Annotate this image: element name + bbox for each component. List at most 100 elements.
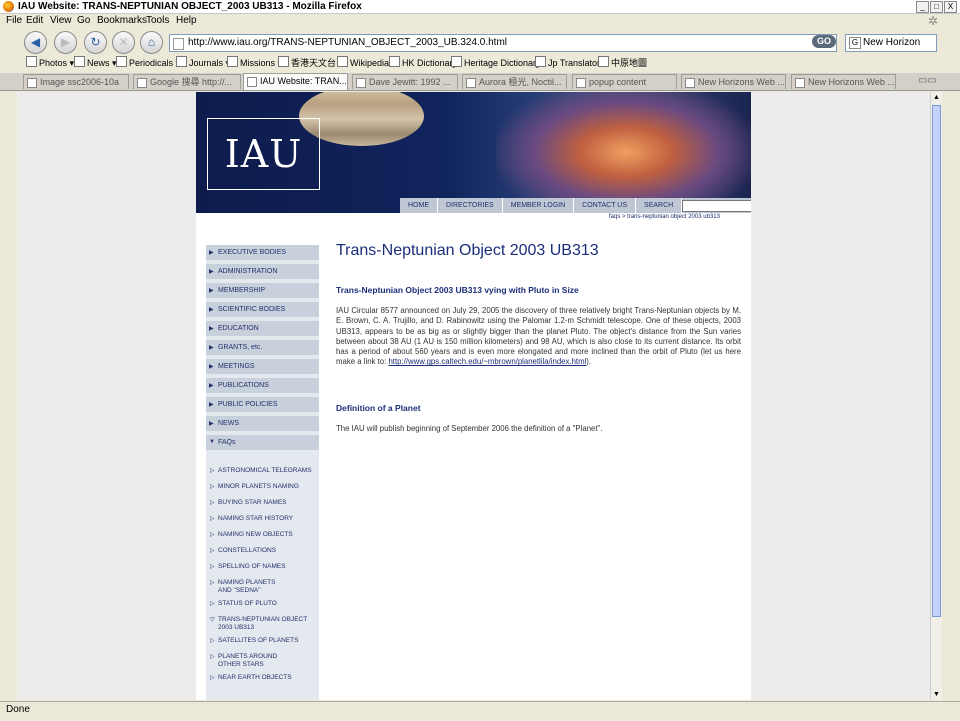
tab-image-ssc[interactable]: Image ssc2006-10a [23,74,129,89]
menu-file[interactable]: File [6,15,22,27]
arrow-down-icon: ▼ [209,439,215,445]
menu-go[interactable]: Go [77,15,90,27]
caltech-link[interactable]: http://www.gps.caltech.edu/~mbrown/plane… [388,357,586,366]
stop-button[interactable]: ✕ [112,31,135,54]
bookmark-label: Heritage Dictionary [464,58,541,68]
menu-view[interactable]: View [50,15,72,27]
scroll-thumb[interactable] [932,105,941,617]
nav-contact-us[interactable]: CONTACT US [574,198,637,213]
leftnav-faqs[interactable]: ▼ FAQs [206,435,319,452]
tab-popup-content[interactable]: popup content [572,74,677,89]
bookmark-journals[interactable]: Journals ▾ [176,56,230,70]
leftnav-publications[interactable]: ▶ PUBLICATIONS [206,378,319,395]
tab-new-horizons-1[interactable]: New Horizons Web ... [681,74,786,89]
google-search-icon: G [849,37,861,49]
arrow-right-icon: ▷ [210,516,215,522]
leftnav-education[interactable]: ▶ EDUCATION [206,321,319,338]
bookmark-icon [337,56,348,67]
bookmark-periodicals[interactable]: Periodicals ▾ [116,56,180,70]
vertical-scrollbar[interactable]: ▲ ▼ [930,92,942,700]
nebula-image [496,92,751,213]
leftnav-meetings[interactable]: ▶ MEETINGS [206,359,319,376]
status-bar: Done [0,701,960,721]
scroll-up-icon[interactable]: ▲ [931,92,942,103]
arrow-right-icon: ▷ [210,468,215,474]
minimize-button[interactable]: _ [916,1,929,13]
nav-directories[interactable]: DIRECTORIES [438,198,503,213]
page-icon [27,78,37,88]
bookmark-hko[interactable]: 香港天文台 [278,56,336,70]
page-icon [173,38,184,50]
tab-label: popup content [589,77,647,87]
close-button[interactable]: X [944,1,957,13]
page-title: Trans-Neptunian Object 2003 UB313 [336,242,599,259]
google-icon [137,78,147,88]
leftnav-grants[interactable]: ▶ GRANTS, etc. [206,340,319,357]
leftnav-membership[interactable]: ▶ MEMBERSHIP [206,283,319,300]
tab-aurora[interactable]: Aurora 極光, Noctil... [462,74,567,89]
tab-google[interactable]: Google 搜尋 http://... [133,74,241,89]
bookmarks-toolbar: Photos ▾ News ▾ Periodicals ▾ Journals ▾… [0,55,960,71]
maximize-button[interactable]: □ [930,1,943,13]
scroll-down-icon[interactable]: ▼ [931,689,942,700]
bookmark-missions[interactable]: Missions ▾ [227,56,282,70]
section-title-planet-definition: Definition of a Planet [336,403,421,413]
breadcrumb[interactable]: faqs > trans-neptunian object 2003 ub313 [609,214,720,220]
bookmark-label: Jp Translator [548,58,601,68]
go-button[interactable]: GO [812,35,836,48]
folder-icon [227,56,238,67]
bookmark-label: Wikipedia [350,58,390,68]
section-text-planet-definition: The IAU will publish beginning of Septem… [336,424,603,433]
leftnav-public-policies[interactable]: ▶ PUBLIC POLICIES [206,397,319,414]
tab-dave-jewitt[interactable]: Dave Jewitt: 1992 ... [352,74,458,89]
search-input[interactable]: G New Horizon [845,34,937,52]
leftnav-label: ADMINISTRATION [218,268,278,275]
forward-button[interactable]: ▶ [54,31,77,54]
leftnav-executive-bodies[interactable]: ▶ EXECUTIVE BODIES [206,245,319,262]
nav-home[interactable]: HOME [400,198,438,213]
leftnav-scientific-bodies[interactable]: ▶ SCIENTIFIC BODIES [206,302,319,319]
home-button[interactable]: ⌂ [140,31,163,54]
bookmark-news[interactable]: News ▾ [74,56,117,70]
bookmark-photos[interactable]: Photos ▾ [26,56,74,70]
menu-tools[interactable]: Tools [146,15,169,27]
bookmark-icon [451,56,462,67]
subnav-label: NEAR EARTH OBJECTS [218,674,292,681]
bookmark-wikipedia[interactable]: Wikipedia [337,56,389,70]
arrow-right-icon: ▷ [210,580,215,586]
tab-label: IAU Website: TRAN... [260,76,347,86]
back-button[interactable]: ◀ [24,31,47,54]
menu-help[interactable]: Help [176,15,197,27]
tab-bar: Image ssc2006-10a Google 搜尋 http://... I… [0,73,960,91]
menu-bookmarks[interactable]: Bookmarks [97,15,147,27]
arrow-right-icon: ▷ [210,500,215,506]
bookmark-heritage-dictionary[interactable]: Heritage Dictionary [451,56,541,70]
tab-iau-website[interactable]: IAU Website: TRAN... [243,73,348,90]
menu-edit[interactable]: Edit [26,15,43,27]
window-title: IAU Website: TRANS-NEPTUNIAN OBJECT_2003… [18,1,362,12]
url-bar[interactable]: http://www.iau.org/TRANS-NEPTUNIAN_OBJEC… [169,34,837,52]
tab-label: New Horizons Web ... [698,77,785,87]
arrow-right-icon: ▶ [209,250,214,256]
leftnav-news[interactable]: ▶ NEWS [206,416,319,433]
folder-icon [74,56,85,67]
iau-logo[interactable]: IAU [207,118,320,190]
section-text-size: IAU Circular 8577 announced on July 29, … [336,306,741,368]
bookmark-map[interactable]: 中原地圖 [598,56,647,70]
leftnav-label: GRANTS, etc. [218,344,263,351]
bookmark-label: Periodicals [129,58,174,68]
arrow-right-icon: ▷ [210,638,215,644]
arrow-right-icon: ▷ [210,564,215,570]
browser-window: IAU Website: TRANS-NEPTUNIAN OBJECT_2003… [0,0,960,721]
tab-new-horizons-2[interactable]: New Horizons Web ... [791,74,896,89]
arrow-right-icon: ▶ [209,421,214,427]
bookmark-jp-translator[interactable]: Jp Translator [535,56,600,70]
nav-member-login[interactable]: MEMBER LOGIN [503,198,575,213]
reload-button[interactable]: ↻ [84,31,107,54]
leftnav-administration[interactable]: ▶ ADMINISTRATION [206,264,319,281]
new-tab-icon[interactable]: ▭▭ [918,75,940,88]
subnav-label: PLANETS AROUND OTHER STARS [218,653,278,668]
tab-label: New Horizons Web ... [808,77,895,87]
bookmark-hk-dictionary[interactable]: HK Dictionary [389,56,457,70]
site-search-input[interactable] [682,200,751,212]
